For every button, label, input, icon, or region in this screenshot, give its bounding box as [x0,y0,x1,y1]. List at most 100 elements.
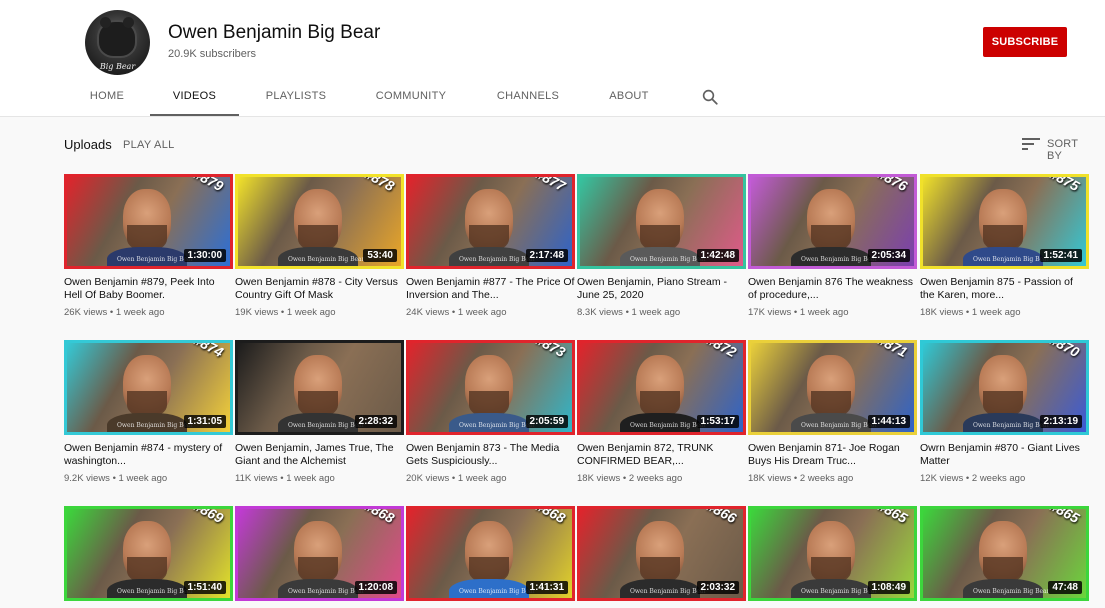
video-card[interactable]: #866 Owen Benjamin Big Bear 2:03:32 [577,506,746,601]
thumbnail-watermark: Owen Benjamin Big Bear [117,422,194,429]
video-thumbnail[interactable]: #876 Owen Benjamin Big Bear 2:05:34 [748,174,917,269]
video-card[interactable]: #876 Owen Benjamin Big Bear 2:05:34 Owen Be… [748,174,917,318]
episode-number: #872 [703,340,739,361]
sort-icon[interactable] [1022,137,1040,151]
video-thumbnail[interactable]: #874 Owen Benjamin Big Bear 1:31:05 [64,340,233,435]
video-card[interactable]: #868 Owen Benjamin Big Bear 1:20:08 [235,506,404,601]
video-duration: 53:40 [363,249,397,262]
video-meta: 11K views • 1 week ago [235,473,335,484]
episode-number: #869 [190,506,226,527]
thumbnail-watermark: Owen Benjamin Big Bear [973,256,1050,263]
thumbnail-watermark: Owen Benjamin Big Bear [630,422,707,429]
uploads-bar: Uploads PLAY ALL SORT BY [64,134,1094,162]
video-duration: 1:51:40 [183,581,226,594]
video-thumbnail[interactable]: #868 Owen Benjamin Big Bear 1:20:08 [235,506,404,601]
video-card[interactable]: #865 Owen Benjamin Big Bear 47:48 [920,506,1089,601]
video-title[interactable]: Owen Benjamin 871- Joe Rogan Buys His Dr… [748,442,917,467]
video-thumbnail[interactable]: #865 Owen Benjamin Big Bear 1:08:49 [748,506,917,601]
video-card[interactable]: #868 Owen Benjamin Big Bear 1:41:31 [406,506,575,601]
tab-about[interactable]: ABOUT [600,76,658,116]
thumbnail-watermark: Owen Benjamin Big Bear [117,588,194,595]
tab-playlists[interactable]: PLAYLISTS [256,76,336,116]
video-title[interactable]: Owen Benjamin, James True, The Giant and… [235,442,404,467]
thumbnail-watermark: Owen Benjamin Big Bear [801,588,878,595]
video-duration: 2:13:19 [1039,415,1082,428]
video-thumbnail[interactable]: #868 Owen Benjamin Big Bear 1:41:31 [406,506,575,601]
thumbnail-watermark: Owen Benjamin Big Bear [801,256,878,263]
tab-home[interactable]: HOME [80,76,134,116]
video-thumbnail[interactable]: #869 Owen Benjamin Big Bear 1:51:40 [64,506,233,601]
video-title[interactable]: Owen Benjamin #874 - mystery of washingt… [64,442,233,467]
video-thumbnail[interactable]: #877 Owen Benjamin Big Bear 2:17:48 [406,174,575,269]
video-title[interactable]: Owen Benjamin 872, TRUNK CONFIRMED BEAR,… [577,442,746,467]
thumbnail-watermark: Owen Benjamin Big Bear [459,256,536,263]
channel-tabs: HOME VIDEOS PLAYLISTS COMMUNITY CHANNELS… [0,76,1105,116]
video-duration: 1:31:05 [183,415,226,428]
video-thumbnail[interactable]: #865 Owen Benjamin Big Bear 47:48 [920,506,1089,601]
episode-number: #868 [532,506,568,527]
video-title[interactable]: Owrn Benjamin #870 - Giant Lives Matter [920,442,1089,467]
video-card[interactable]: #870 Owen Benjamin Big Bear 2:13:19 Owrn Be… [920,340,1089,484]
video-duration: 1:44:13 [867,415,910,428]
channel-title: Owen Benjamin Big Bear [168,22,381,43]
video-thumbnail[interactable]: Owen Benjamin Big Bear 1:42:48 [577,174,746,269]
video-card[interactable]: #869 Owen Benjamin Big Bear 1:51:40 [64,506,233,601]
search-icon[interactable] [701,88,719,106]
video-title[interactable]: Owen Benjamin #879, Peek Into Hell Of Ba… [64,276,233,301]
play-all-button[interactable]: PLAY ALL [123,139,175,151]
video-card[interactable]: #865 Owen Benjamin Big Bear 1:08:49 [748,506,917,601]
video-duration: 47:48 [1048,581,1082,594]
subscribe-button[interactable]: SUBSCRIBE [983,27,1067,57]
video-meta: 18K views • 2 weeks ago [748,473,854,484]
video-title[interactable]: Owen Benjamin 875 - Passion of the Karen… [920,276,1089,301]
video-thumbnail[interactable]: #873 Owen Benjamin Big Bear 2:05:59 [406,340,575,435]
video-card[interactable]: #873 Owen Benjamin Big Bear 2:05:59 Owen Be… [406,340,575,484]
video-thumbnail[interactable]: #870 Owen Benjamin Big Bear 2:13:19 [920,340,1089,435]
video-duration: 2:28:32 [354,415,397,428]
video-card[interactable]: #872 Owen Benjamin Big Bear 1:53:17 Owen Be… [577,340,746,484]
video-title[interactable]: Owen Benjamin #878 - City Versus Country… [235,276,404,301]
episode-number: #865 [874,506,910,527]
episode-number: #871 [874,340,910,361]
video-card[interactable]: #871 Owen Benjamin Big Bear 1:44:13 Owen Be… [748,340,917,484]
tab-channels[interactable]: CHANNELS [488,76,568,116]
avatar-text: Big Bear [99,62,136,71]
episode-number: #875 [1046,174,1082,195]
video-meta: 26K views • 1 week ago [64,307,165,318]
video-title[interactable]: Owen Benjamin #877 - The Price Of Invers… [406,276,575,301]
video-meta: 8.3K views • 1 week ago [577,307,681,318]
video-thumbnail[interactable]: #878 Owen Benjamin Big Bear 53:40 [235,174,404,269]
episode-number: #876 [874,174,910,195]
video-thumbnail[interactable]: #872 Owen Benjamin Big Bear 1:53:17 [577,340,746,435]
sort-by-button[interactable]: SORT BY [1047,138,1094,162]
video-duration: 1:52:41 [1039,249,1082,262]
episode-number: #877 [532,174,568,195]
tab-videos[interactable]: VIDEOS [150,76,239,116]
video-thumbnail[interactable]: Owen Benjamin Big Bear 2:28:32 [235,340,404,435]
video-thumbnail[interactable]: #866 Owen Benjamin Big Bear 2:03:32 [577,506,746,601]
thumbnail-watermark: Owen Benjamin Big Bear [801,422,878,429]
video-title[interactable]: Owen Benjamin 876 The weakness of proced… [748,276,917,301]
video-meta: 18K views • 2 weeks ago [577,473,683,484]
video-card[interactable]: #878 Owen Benjamin Big Bear 53:40 Owen Benj… [235,174,404,318]
tab-community[interactable]: COMMUNITY [368,76,454,116]
video-card[interactable]: #875 Owen Benjamin Big Bear 1:52:41 Owen Be… [920,174,1089,318]
channel-header: Big Bear Owen Benjamin Big Bear 20.9K su… [0,0,1105,117]
channel-avatar[interactable]: Big Bear [85,10,150,75]
video-title[interactable]: Owen Benjamin 873 - The Media Gets Suspi… [406,442,575,467]
video-card[interactable]: #879 Owen Benjamin Big Bear 1:30:00 Owen Be… [64,174,233,318]
episode-number: #866 [703,506,739,527]
video-card[interactable]: Owen Benjamin Big Bear 2:28:32 Owen Benjam… [235,340,404,484]
video-card[interactable]: #877 Owen Benjamin Big Bear 2:17:48 Owen Be… [406,174,575,318]
video-card[interactable]: #874 Owen Benjamin Big Bear 1:31:05 Owen Be… [64,340,233,484]
video-thumbnail[interactable]: #871 Owen Benjamin Big Bear 1:44:13 [748,340,917,435]
episode-number: #870 [1046,340,1082,361]
video-meta: 17K views • 1 week ago [748,307,849,318]
video-card[interactable]: Owen Benjamin Big Bear 1:42:48 Owen Benjam… [577,174,746,318]
video-meta: 20K views • 1 week ago [406,473,507,484]
thumbnail-watermark: Owen Benjamin Big Bear [973,422,1050,429]
video-thumbnail[interactable]: #879 Owen Benjamin Big Bear 1:30:00 [64,174,233,269]
episode-number: #865 [1046,506,1082,527]
video-title[interactable]: Owen Benjamin, Piano Stream - June 25, 2… [577,276,746,301]
video-thumbnail[interactable]: #875 Owen Benjamin Big Bear 1:52:41 [920,174,1089,269]
